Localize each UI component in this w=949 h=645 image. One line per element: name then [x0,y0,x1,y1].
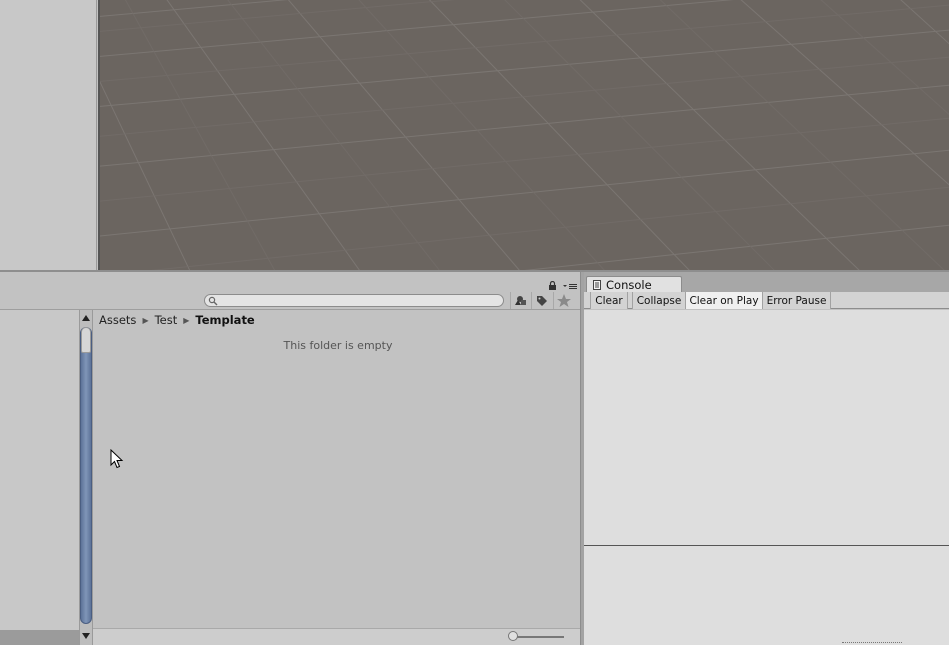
resize-handle[interactable] [842,642,902,644]
lock-icon[interactable] [548,281,557,290]
breadcrumb-separator-icon: ▶ [183,315,190,325]
tab-console[interactable]: Console [586,276,682,292]
breadcrumb-item-test[interactable]: Test [155,313,178,327]
hierarchy-panel [0,0,97,271]
zoom-slider-thumb[interactable] [508,631,518,641]
error-pause-button[interactable]: Error Pause [763,292,831,309]
scroll-up-arrow-icon[interactable] [81,313,91,323]
mouse-cursor-icon [110,449,124,469]
collapse-button[interactable]: Collapse [632,292,686,309]
scene-view[interactable] [98,0,949,271]
breadcrumb-separator-icon: ▶ [142,315,149,325]
folder-tree-footer [0,630,79,645]
favorite-button[interactable] [553,292,573,309]
zoom-slider-track[interactable] [512,636,564,638]
console-log-list[interactable] [584,310,949,545]
breadcrumb: Assets ▶ Test ▶ Template [99,312,255,328]
filter-by-type-icon [515,296,526,305]
filter-by-label-button[interactable] [531,292,551,309]
empty-folder-message: This folder is empty [283,339,393,352]
scroll-down-arrow-icon[interactable] [81,631,91,641]
scrollbar-thumb[interactable] [80,327,92,624]
console-icon [593,279,601,290]
breadcrumb-item-assets[interactable]: Assets [99,313,136,327]
clear-on-play-button[interactable]: Clear on Play [686,292,763,309]
scene-grid [100,0,949,271]
folder-tree[interactable] [0,310,79,645]
favorite-star-icon [557,294,571,307]
search-input[interactable] [204,294,504,307]
clear-button[interactable]: Clear [590,292,628,309]
tab-console-label: Console [606,277,652,292]
filter-by-type-button[interactable] [510,292,530,309]
filter-by-label-icon [537,296,547,306]
console-detail-area[interactable] [584,546,949,645]
scrollbar-thumb-cap[interactable] [81,327,91,353]
search-icon [208,296,218,306]
folder-content-area[interactable] [93,310,581,629]
panel-menu-icon[interactable] [563,282,577,291]
breadcrumb-item-template[interactable]: Template [195,313,254,327]
